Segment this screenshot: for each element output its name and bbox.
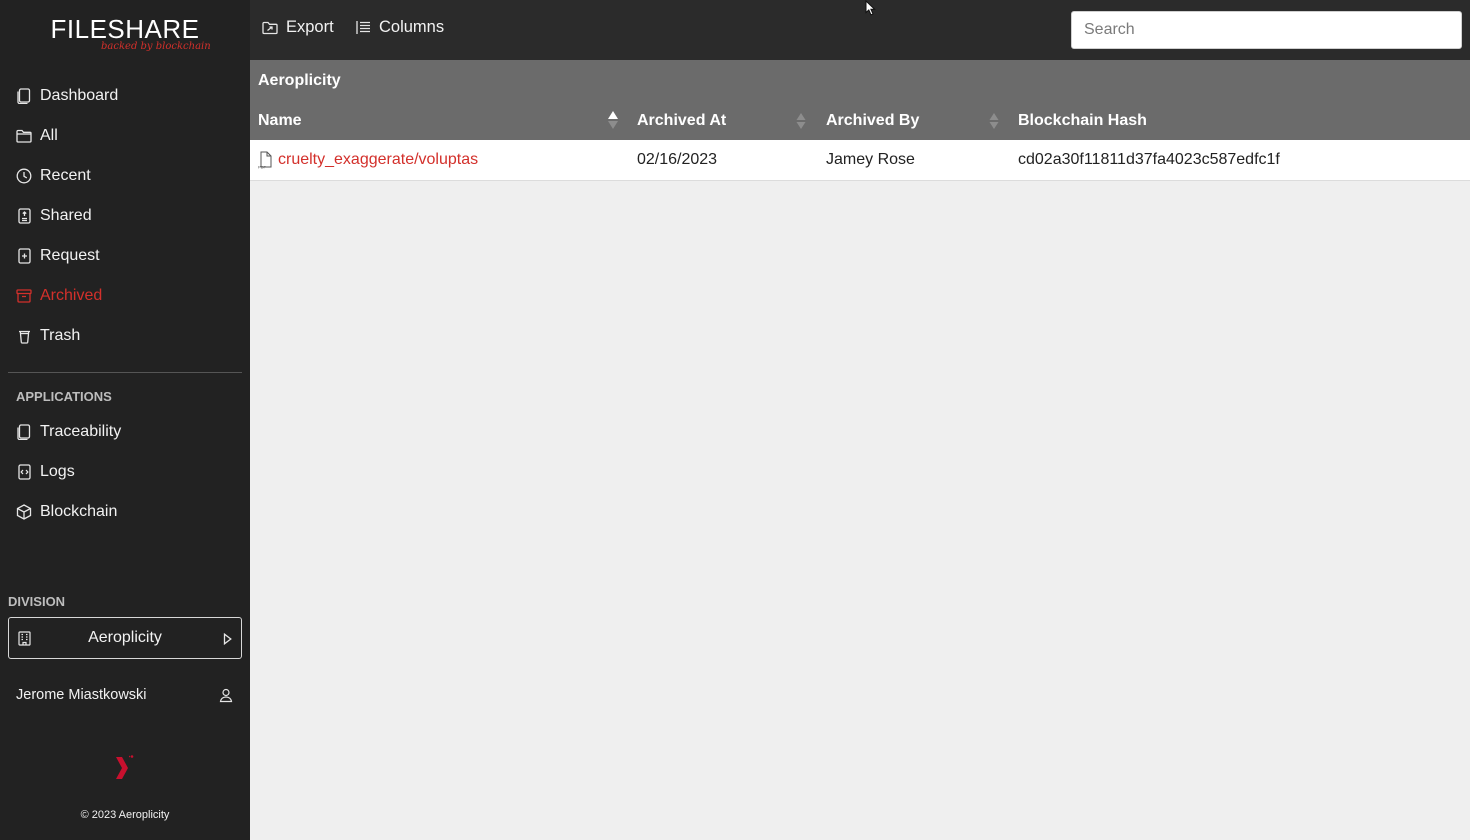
nav-label: Blockchain (40, 503, 118, 520)
column-header-name[interactable]: Name (258, 112, 302, 130)
group-title: Aeroplicity (258, 72, 341, 89)
column-header-blockchain-hash[interactable]: Blockchain Hash (1018, 112, 1147, 130)
nav-label: Logs (40, 463, 75, 480)
nav-label: Request (40, 247, 100, 264)
division-name: Aeroplicity (88, 629, 162, 646)
export-label: Export (286, 18, 334, 36)
caret-right-icon (223, 632, 232, 650)
nav-item-archived[interactable]: Archived (0, 276, 250, 316)
shared-file-icon (16, 208, 32, 224)
export-button[interactable]: Export (262, 18, 334, 37)
applications-nav: Traceability Logs Blockchain (0, 412, 250, 532)
archived-at-cell: 02/16/2023 (637, 151, 718, 168)
nav-item-traceability[interactable]: Traceability (0, 412, 250, 452)
brand-logo[interactable]: FILESHARE backed by blockchain (0, 14, 250, 52)
nav-label: Dashboard (40, 87, 119, 104)
document-icon (16, 88, 32, 104)
document-icon (16, 424, 32, 440)
app-window: FILESHARE backed by blockchain Dashboard… (0, 0, 1470, 840)
request-file-icon (16, 248, 32, 264)
division-selector[interactable]: Aeroplicity (8, 617, 242, 659)
columns-list-icon (356, 21, 370, 34)
export-folder-icon (262, 21, 278, 34)
archive-box-icon (16, 288, 32, 304)
copyright-text: © 2023 Aeroplicity (80, 809, 170, 821)
blockchain-hash-cell: cd02a30f11811d37fa4023c587edfc1f (1018, 151, 1280, 168)
sort-icon[interactable] (795, 110, 807, 137)
trash-icon (16, 328, 32, 344)
company-logo-icon (113, 754, 137, 787)
table-header: Aeroplicity Name Archived At Archived By… (250, 60, 1470, 140)
nav-label: Traceability (40, 423, 122, 440)
applications-heading: APPLICATIONS (16, 389, 112, 404)
nav-item-request[interactable]: Request (0, 236, 250, 276)
nav-item-trash[interactable]: Trash (0, 316, 250, 356)
archived-by-cell: Jamey Rose (826, 151, 915, 168)
file-name-link[interactable]: cruelty_exaggerate/voluptas (278, 151, 478, 169)
columns-button[interactable]: Columns (356, 18, 444, 37)
brand-tagline: backed by blockchain (101, 41, 211, 52)
folder-icon (16, 128, 32, 144)
sort-icon[interactable] (988, 110, 1000, 137)
brand-title: FILESHARE (50, 14, 200, 44)
search-input[interactable] (1071, 11, 1462, 49)
nav-label: Trash (40, 327, 81, 344)
columns-label: Columns (379, 18, 445, 36)
nav-item-logs[interactable]: Logs (0, 452, 250, 492)
nav-item-blockchain[interactable]: Blockchain (0, 492, 250, 532)
nav-label: Archived (40, 287, 103, 304)
code-file-icon (16, 464, 32, 480)
table-row[interactable]: PDF cruelty_exaggerate/voluptas 02/16/20… (250, 140, 1470, 181)
sort-ascending-icon[interactable] (607, 110, 619, 137)
user-name: Jerome Miastkowski (16, 687, 147, 703)
nav-item-shared[interactable]: Shared (0, 196, 250, 236)
mouse-cursor-icon (865, 0, 877, 21)
nav-item-dashboard[interactable]: Dashboard (0, 76, 250, 116)
building-icon (18, 631, 31, 651)
nav-item-recent[interactable]: Recent (0, 156, 250, 196)
column-header-archived-at[interactable]: Archived At (637, 112, 726, 130)
cube-icon (16, 504, 32, 520)
division-heading: DIVISION (8, 594, 66, 609)
svg-text:PDF: PDF (258, 165, 267, 170)
nav-label: All (40, 127, 58, 144)
nav-label: Recent (40, 167, 91, 184)
main-nav: Dashboard All Recent Shared Request Arch… (0, 76, 250, 356)
user-profile-icon[interactable] (219, 688, 233, 708)
top-toolbar: Export Columns (250, 0, 1470, 60)
sidebar-divider (8, 372, 242, 373)
nav-label: Shared (40, 207, 92, 224)
clock-icon (16, 168, 32, 184)
column-header-archived-by[interactable]: Archived By (826, 112, 919, 130)
nav-item-all[interactable]: All (0, 116, 250, 156)
pdf-file-icon: PDF (258, 151, 273, 174)
sidebar: FILESHARE backed by blockchain Dashboard… (0, 0, 250, 840)
